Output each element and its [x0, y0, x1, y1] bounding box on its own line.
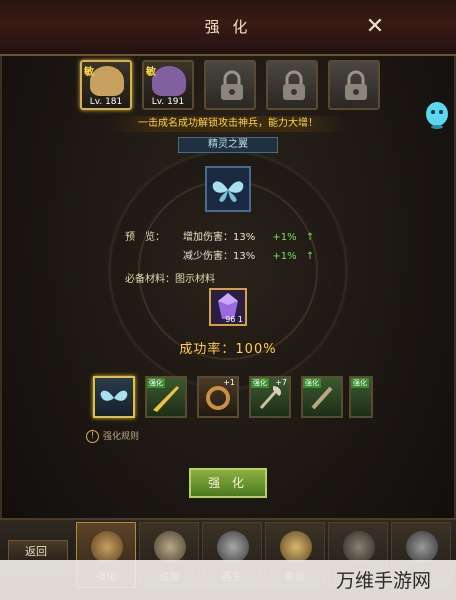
enhance-badge: 强化 [147, 378, 165, 388]
pillar-icon [343, 531, 375, 563]
stat-name: 减少伤害：13% [183, 251, 256, 262]
enhance-rules-link[interactable]: ! 强化规则 [86, 429, 139, 443]
hero-slot-1[interactable]: 敏 Lv. 181 [80, 60, 132, 110]
equipment-slot-spear[interactable]: 强化 [349, 376, 373, 418]
stat-gain: +1% [272, 232, 297, 243]
hero-slot-4-locked[interactable] [266, 60, 318, 110]
preview-label: 预 览： [125, 232, 165, 243]
equipment-slot-axe[interactable]: 强化 +7 [249, 376, 291, 418]
up-arrow-icon: ↑ [305, 251, 315, 262]
hero-portrait [152, 66, 186, 96]
armor-icon [154, 531, 186, 563]
hero-portrait [90, 66, 124, 96]
equipment-level: +1 [223, 378, 235, 387]
enhance-badge: 强化 [351, 378, 369, 388]
emblem-icon [280, 531, 312, 563]
equipment-slot-ring[interactable]: +1 [197, 376, 239, 418]
hero-slot-2[interactable]: 敏 Lv. 191 [142, 60, 194, 110]
material-count: 96 1 [225, 315, 243, 324]
pet-mascot-icon[interactable] [424, 100, 450, 130]
hero-level: Lv. 181 [89, 97, 123, 107]
lock-icon [283, 70, 305, 100]
title-bar: 强 化 [0, 0, 456, 56]
equipment-level: +7 [275, 378, 287, 387]
orb-icon [217, 531, 249, 563]
equipment-slot-wings[interactable] [93, 376, 135, 418]
lock-icon [221, 70, 243, 100]
stat-row-damage-increase: 增加伤害：13% +1% ↑ [183, 228, 314, 243]
hero-selector: 敏 Lv. 181 敏 Lv. 191 [80, 60, 380, 110]
hero-class-tag: 敏 [146, 67, 156, 78]
hero-slot-3-locked[interactable] [204, 60, 256, 110]
wing-crest-icon [406, 531, 438, 563]
window-title: 强 化 [204, 18, 252, 36]
strengthen-button[interactable]: 强 化 [189, 468, 267, 498]
stat-row-damage-reduction: 减少伤害：13% +1% ↑ [183, 247, 314, 262]
wings-icon [100, 390, 128, 401]
hero-slot-5-locked[interactable] [328, 60, 380, 110]
rules-label: 强化规则 [103, 432, 140, 442]
equipment-list: 强化 +1 强化 +7 强化 强化 [93, 376, 373, 420]
unlock-banner: 一击成名成功解锁攻击神兵，能力大增！ [110, 116, 346, 132]
watermark-text: 万维手游网 [336, 570, 432, 592]
wings-icon [212, 181, 244, 202]
warning-icon: ! [86, 430, 99, 443]
item-name: 精灵之翼 [178, 137, 278, 153]
stat-name: 增加伤害：13% [183, 232, 256, 243]
equipment-slot-dagger[interactable]: 强化 [301, 376, 343, 418]
enhance-badge: 强化 [251, 378, 269, 388]
hero-level: Lv. 191 [151, 97, 185, 107]
selected-item-slot[interactable] [205, 166, 251, 212]
equipment-slot-blade[interactable]: 强化 [145, 376, 187, 418]
success-rate: 成功率：100% [179, 342, 277, 357]
helmet-icon [91, 531, 123, 563]
material-slot[interactable]: 96 1 [209, 288, 247, 326]
lock-icon [345, 70, 367, 100]
required-material-label: 必备材料：图示材料 [125, 274, 215, 285]
hero-class-tag: 敏 [84, 67, 94, 78]
up-arrow-icon: ↑ [305, 232, 315, 243]
close-icon[interactable]: ✕ [364, 16, 386, 38]
enhance-badge: 强化 [303, 378, 321, 388]
stat-gain: +1% [272, 251, 297, 262]
